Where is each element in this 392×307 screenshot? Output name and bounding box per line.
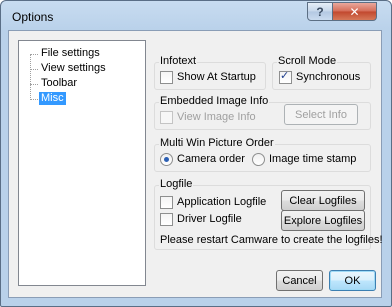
tree-item-toolbar[interactable]: Toolbar	[39, 77, 79, 90]
application-logfile-label[interactable]: Application Logfile	[177, 196, 266, 209]
select-info-button[interactable]: Select Info	[284, 104, 358, 125]
application-logfile-checkbox[interactable]	[160, 196, 173, 209]
help-icon: ?	[316, 4, 324, 19]
driver-logfile-checkbox[interactable]	[160, 213, 173, 226]
close-icon: ✕	[349, 4, 360, 19]
tree-connector	[30, 54, 38, 55]
synchronous-checkbox[interactable]: ✓	[279, 70, 292, 84]
tree-item-file-settings[interactable]: File settings	[39, 47, 102, 60]
logfile-group-title: Logfile	[159, 178, 194, 190]
image-time-stamp-radio[interactable]	[252, 153, 265, 166]
tree-connector	[30, 69, 38, 70]
embedded-image-info-group-title: Embedded Image Info	[159, 95, 270, 107]
clear-logfiles-button[interactable]: Clear Logfiles	[281, 190, 365, 211]
view-image-info-label[interactable]: View Image Info	[177, 111, 256, 124]
window-title: Options	[12, 10, 54, 24]
radio-dot-icon	[164, 157, 169, 162]
synchronous-label[interactable]: Synchronous	[296, 71, 360, 84]
tree-connector	[30, 84, 38, 85]
title-bar[interactable]: Options ? ✕	[1, 1, 391, 31]
tree-connector	[30, 54, 31, 100]
settings-tree[interactable]: File settings View settings Toolbar Misc	[18, 40, 146, 286]
tree-item-misc[interactable]: Misc	[39, 92, 66, 105]
scroll-mode-group-title: Scroll Mode	[277, 55, 338, 67]
checkmark-icon: ✓	[280, 70, 290, 82]
picture-order-group-title: Multi Win Picture Order	[159, 137, 275, 149]
close-button[interactable]: ✕	[332, 2, 377, 21]
view-image-info-checkbox[interactable]	[160, 111, 173, 124]
ok-button[interactable]: OK	[329, 270, 376, 291]
camera-order-label[interactable]: Camera order	[177, 153, 245, 166]
help-button[interactable]: ?	[307, 2, 333, 21]
show-at-startup-label[interactable]: Show At Startup	[177, 71, 256, 84]
explore-logfiles-button[interactable]: Explore Logfiles	[281, 210, 365, 231]
driver-logfile-label[interactable]: Driver Logfile	[177, 213, 242, 226]
restart-note: Please restart Camware to create the log…	[160, 234, 383, 246]
infotext-group-title: Infotext	[159, 55, 198, 67]
tree-connector	[30, 99, 38, 100]
cancel-button[interactable]: Cancel	[276, 270, 323, 291]
tree-item-view-settings[interactable]: View settings	[39, 62, 108, 75]
show-at-startup-checkbox[interactable]	[160, 71, 173, 84]
image-time-stamp-label[interactable]: Image time stamp	[269, 153, 356, 166]
camera-order-radio[interactable]	[160, 153, 173, 166]
